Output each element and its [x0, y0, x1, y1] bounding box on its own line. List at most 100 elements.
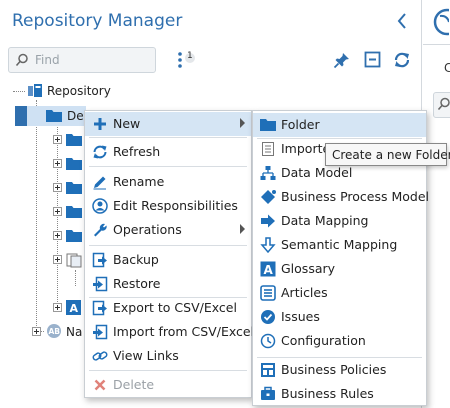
refresh-icon[interactable]: [393, 51, 411, 69]
namespace-icon: AB: [46, 323, 62, 339]
menu-separator: [89, 370, 247, 371]
expand-icon[interactable]: [32, 327, 41, 336]
submenu-item-business-rules[interactable]: Business Rules: [253, 382, 426, 406]
submenu-item-label: Data Mapping: [281, 213, 369, 228]
collapse-all-icon[interactable]: [364, 51, 381, 68]
submenu-item-label: Semantic Mapping: [281, 237, 398, 252]
glossary-tree-icon: [66, 252, 82, 268]
submenu-item-label: Issues: [281, 309, 320, 324]
menu-item-refresh[interactable]: Refresh: [85, 140, 251, 164]
submenu-item-label: Configuration: [281, 333, 366, 348]
link-icon: [92, 348, 108, 364]
submenu-item-label: Business Policies: [281, 362, 387, 377]
submenu-item-label: Glossary: [281, 261, 336, 276]
backup-icon: [92, 252, 108, 268]
delete-icon: [92, 377, 108, 393]
process-icon: [260, 189, 276, 205]
search-input[interactable]: [35, 50, 151, 70]
tree-expander[interactable]: [15, 106, 27, 126]
search-icon: [15, 53, 29, 67]
mapping-icon: [260, 213, 276, 229]
menu-item-label: Edit Responsibilities: [113, 198, 238, 213]
submenu-item-label: Importe: [281, 141, 331, 156]
tree-connector: [57, 124, 58, 310]
expand-icon[interactable]: [53, 135, 62, 144]
person-icon: [92, 198, 108, 214]
expand-icon[interactable]: [53, 231, 62, 240]
submenu-item-business-process-model[interactable]: Business Process Model: [253, 185, 429, 209]
menu-item-label: Rename: [113, 174, 165, 189]
policies-icon: [260, 362, 276, 378]
data-model-icon: [260, 165, 276, 181]
menu-separator: [89, 166, 247, 167]
submenu-item-configuration[interactable]: Configuration: [253, 329, 426, 353]
menu-item-label: View Links: [113, 348, 179, 363]
svg-text:AB: AB: [49, 327, 61, 336]
submenu-item-semantic-mapping[interactable]: Semantic Mapping: [253, 233, 426, 257]
menu-separator: [89, 137, 247, 138]
tree-root-label[interactable]: Repository: [47, 84, 111, 98]
folder-icon: [66, 205, 82, 218]
svg-text:A: A: [264, 263, 274, 277]
expand-icon[interactable]: [53, 159, 62, 168]
tree-item-label[interactable]: Na: [66, 325, 82, 339]
menu-item-operations[interactable]: Operations: [85, 218, 251, 242]
menu-item-edit-responsibilities[interactable]: Edit Responsibilities: [85, 194, 251, 218]
collapse-panel-icon[interactable]: [394, 10, 412, 32]
submenu-item-issues[interactable]: Issues: [253, 305, 426, 329]
svg-text:A: A: [70, 302, 79, 315]
expand-icon[interactable]: [53, 207, 62, 216]
submenu-item-articles[interactable]: Articles: [253, 281, 426, 305]
submenu-arrow-icon: [240, 224, 245, 234]
folder-icon: [66, 181, 82, 194]
submenu-item-folder[interactable]: Folder: [253, 113, 426, 137]
repository-icon: [27, 83, 43, 99]
glossary-icon: A: [66, 300, 81, 315]
tooltip: Create a new Folder: [325, 143, 450, 166]
refresh-icon: [92, 144, 108, 160]
pin-icon[interactable]: [333, 51, 351, 69]
restore-icon: [92, 276, 108, 292]
tree-connector: [13, 91, 25, 92]
menu-item-label: Delete: [113, 377, 155, 392]
panel-title: Repository Manager: [12, 11, 183, 31]
filter-button[interactable]: 1: [176, 50, 200, 70]
panel-toolbar: 1: [0, 44, 422, 78]
menu-separator: [89, 245, 247, 246]
tree-connector: [75, 270, 76, 286]
search-box[interactable]: [8, 47, 156, 73]
submenu-item-label: Business Rules: [281, 386, 374, 401]
articles-icon: [260, 285, 276, 301]
menu-item-view-links[interactable]: View Links: [85, 344, 251, 368]
rules-icon: [260, 386, 276, 402]
folder-icon: [46, 109, 62, 122]
menu-item-restore[interactable]: Restore: [85, 272, 251, 296]
tooltip-text: Create a new Folder: [332, 148, 450, 162]
semantic-mapping-icon: [260, 237, 276, 254]
expand-icon[interactable]: [53, 255, 62, 264]
submenu-item-business-policies[interactable]: Business Policies: [253, 358, 426, 382]
plus-icon: [92, 116, 108, 132]
menu-item-new[interactable]: New: [85, 112, 251, 136]
expand-icon[interactable]: [53, 303, 62, 312]
tree-item-label[interactable]: De: [67, 109, 84, 123]
panel-header: Repository Manager: [0, 0, 422, 44]
menu-item-backup[interactable]: Backup: [85, 248, 251, 272]
wrench-icon: [92, 222, 108, 238]
menu-item-rename[interactable]: Rename: [85, 170, 251, 194]
export-icon: [92, 300, 108, 316]
menu-item-export-csv[interactable]: Export to CSV/Excel: [85, 296, 251, 320]
submenu-item-glossary[interactable]: A Glossary: [253, 257, 426, 281]
configuration-icon: [260, 333, 276, 349]
expand-icon[interactable]: [53, 183, 62, 192]
divider: [423, 44, 450, 45]
menu-item-delete: Delete: [85, 373, 251, 397]
submenu-item-label: Folder: [281, 117, 320, 132]
folder-icon: [260, 117, 276, 133]
menu-item-label: Operations: [113, 222, 182, 237]
menu-item-label: Restore: [113, 276, 161, 291]
adjacent-panel-text: C: [444, 61, 450, 75]
menu-item-import-csv[interactable]: Import from CSV/Excel: [85, 320, 254, 344]
submenu-item-data-mapping[interactable]: Data Mapping: [253, 209, 426, 233]
adjacent-panel: C: [423, 0, 450, 408]
